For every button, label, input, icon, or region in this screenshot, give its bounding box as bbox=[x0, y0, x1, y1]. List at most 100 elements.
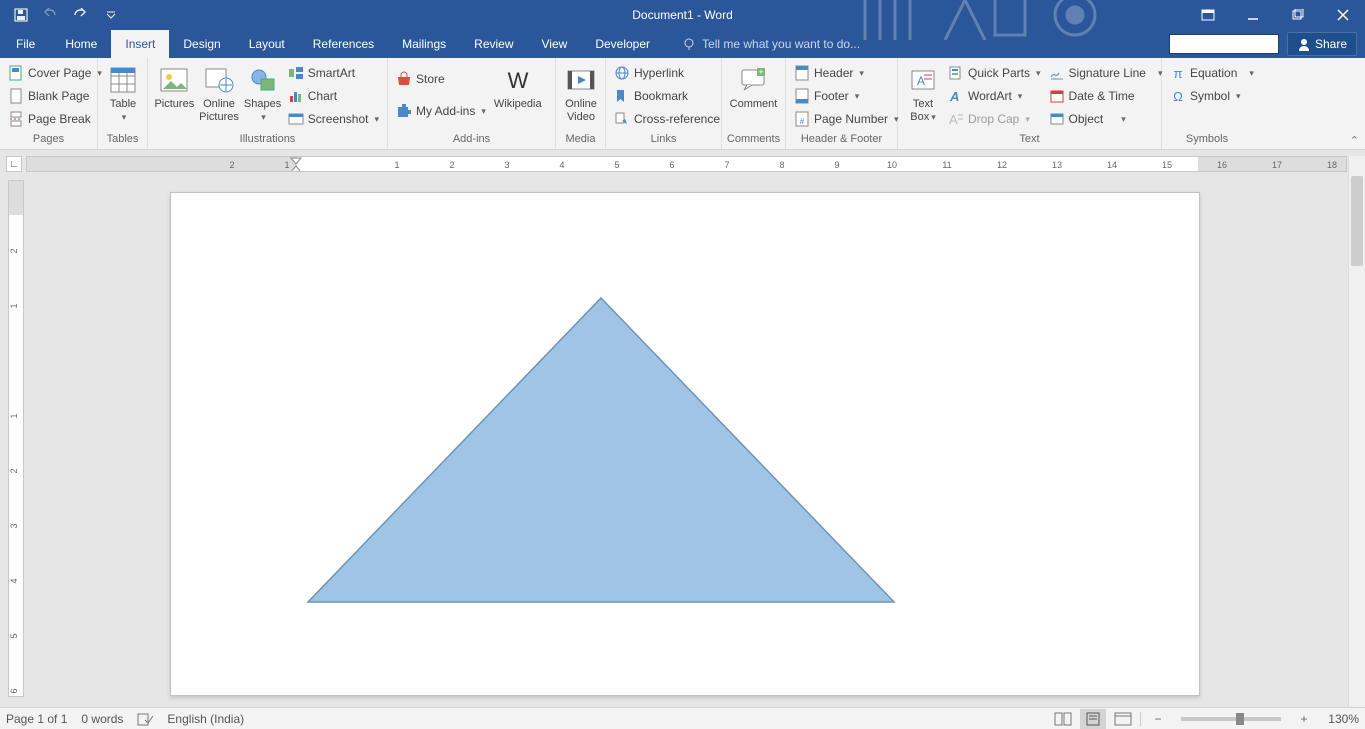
equation-button[interactable]: πEquation▾ bbox=[1166, 62, 1258, 84]
quick-access-toolbar bbox=[0, 3, 124, 27]
tab-view[interactable]: View bbox=[528, 30, 582, 58]
svg-text:2: 2 bbox=[449, 160, 454, 170]
svg-text:16: 16 bbox=[1217, 160, 1227, 170]
group-label: Header & Footer bbox=[786, 133, 897, 149]
svg-text:6: 6 bbox=[9, 688, 19, 693]
document-page[interactable] bbox=[170, 192, 1200, 696]
text-box-button[interactable]: AText Box▾ bbox=[902, 60, 944, 124]
window-controls bbox=[1185, 0, 1365, 30]
header-button[interactable]: Header▾ bbox=[790, 62, 903, 84]
share-button[interactable]: Share bbox=[1287, 32, 1357, 56]
ribbon-display-button[interactable] bbox=[1185, 0, 1230, 30]
page-number-button[interactable]: #Page Number▾ bbox=[790, 108, 903, 130]
tell-me-search[interactable]: Tell me what you want to do... bbox=[664, 30, 860, 58]
redo-button[interactable] bbox=[68, 3, 94, 27]
date-time-button[interactable]: Date & Time bbox=[1045, 85, 1167, 107]
tab-design[interactable]: Design bbox=[169, 30, 234, 58]
tab-developer[interactable]: Developer bbox=[581, 30, 664, 58]
blank-page-button[interactable]: Blank Page bbox=[4, 85, 106, 107]
addins-icon bbox=[396, 103, 412, 119]
collapse-ribbon-button[interactable]: ⌃ bbox=[1350, 134, 1359, 147]
svg-text:2: 2 bbox=[229, 160, 234, 170]
title-search-input[interactable] bbox=[1169, 34, 1279, 54]
maximize-button[interactable] bbox=[1275, 0, 1320, 30]
table-button[interactable]: Table▾ bbox=[102, 60, 144, 124]
tab-insert[interactable]: Insert bbox=[111, 30, 169, 58]
zoom-level[interactable]: 130% bbox=[1321, 712, 1359, 726]
smartart-button[interactable]: SmartArt bbox=[284, 62, 383, 84]
signature-line-button[interactable]: Signature Line▾ bbox=[1045, 62, 1167, 84]
online-pictures-button[interactable]: Online Pictures bbox=[197, 60, 242, 124]
group-symbols: πEquation▾ ΩSymbol▾ Symbols bbox=[1162, 58, 1252, 149]
chevron-down-icon: ▾ bbox=[1121, 114, 1126, 125]
quick-parts-button[interactable]: Quick Parts▾ bbox=[944, 62, 1045, 84]
svg-text:A: A bbox=[917, 74, 925, 88]
qat-customize-button[interactable] bbox=[98, 3, 124, 27]
group-header-footer: Header▾ Footer▾ #Page Number▾ Header & F… bbox=[786, 58, 898, 149]
screenshot-icon bbox=[288, 111, 304, 127]
store-button[interactable]: Store bbox=[392, 68, 490, 90]
svg-text:1: 1 bbox=[9, 303, 19, 308]
close-button[interactable] bbox=[1320, 0, 1365, 30]
page-break-button[interactable]: Page Break bbox=[4, 108, 106, 130]
wikipedia-button[interactable]: WWikipedia bbox=[490, 60, 546, 111]
minimize-button[interactable] bbox=[1230, 0, 1275, 30]
tab-references[interactable]: References bbox=[299, 30, 388, 58]
tab-mailings[interactable]: Mailings bbox=[388, 30, 460, 58]
tab-home[interactable]: Home bbox=[51, 30, 111, 58]
chevron-down-icon: ▾ bbox=[374, 114, 379, 125]
triangle-shape[interactable] bbox=[306, 296, 896, 606]
undo-button[interactable] bbox=[38, 3, 64, 27]
tab-selector[interactable]: ∟ bbox=[6, 156, 22, 172]
zoom-out-button[interactable]: − bbox=[1145, 709, 1171, 729]
read-mode-button[interactable] bbox=[1050, 709, 1076, 729]
proofing-icon[interactable] bbox=[137, 712, 153, 726]
screenshot-button[interactable]: Screenshot▾ bbox=[284, 108, 383, 130]
hyperlink-button[interactable]: Hyperlink bbox=[610, 62, 724, 84]
svg-text:+: + bbox=[758, 67, 763, 77]
zoom-in-button[interactable]: + bbox=[1291, 709, 1317, 729]
shapes-button[interactable]: Shapes▾ bbox=[241, 60, 283, 124]
vertical-ruler[interactable]: 2 1 1 2 3 4 5 6 bbox=[8, 180, 24, 697]
chevron-down-icon: ▾ bbox=[1025, 114, 1030, 125]
online-video-button[interactable]: Online Video bbox=[560, 60, 602, 124]
symbol-button[interactable]: ΩSymbol▾ bbox=[1166, 85, 1258, 107]
cross-reference-button[interactable]: Cross-reference bbox=[610, 108, 724, 130]
tab-layout[interactable]: Layout bbox=[235, 30, 299, 58]
save-button[interactable] bbox=[8, 3, 34, 27]
symbol-icon: Ω bbox=[1170, 88, 1186, 104]
page-number-icon: # bbox=[794, 111, 810, 127]
horizontal-ruler[interactable]: 21 123 456 789 101112 131415 161718 bbox=[26, 156, 1347, 172]
svg-text:11: 11 bbox=[942, 160, 951, 170]
cover-page-button[interactable]: Cover Page▾ bbox=[4, 62, 106, 84]
wordart-button[interactable]: AWordArt▾ bbox=[944, 85, 1045, 107]
pictures-button[interactable]: Pictures bbox=[152, 60, 197, 111]
group-label: Text bbox=[898, 133, 1161, 149]
chevron-down-icon: ▾ bbox=[481, 106, 486, 117]
bookmark-button[interactable]: Bookmark bbox=[610, 85, 724, 107]
svg-text:1: 1 bbox=[9, 413, 19, 418]
web-layout-button[interactable] bbox=[1110, 709, 1136, 729]
print-layout-button[interactable] bbox=[1080, 709, 1106, 729]
indent-marker-icon[interactable] bbox=[289, 156, 303, 172]
chevron-down-icon: ▾ bbox=[931, 112, 936, 122]
svg-text:2: 2 bbox=[9, 248, 19, 253]
footer-button[interactable]: Footer▾ bbox=[790, 85, 903, 107]
tab-review[interactable]: Review bbox=[460, 30, 527, 58]
group-illustrations: Pictures Online Pictures Shapes▾ SmartAr… bbox=[148, 58, 388, 149]
group-tables: Table▾ Tables bbox=[98, 58, 148, 149]
status-page[interactable]: Page 1 of 1 bbox=[6, 712, 67, 726]
vertical-scrollbar[interactable] bbox=[1348, 156, 1365, 707]
object-button[interactable]: Object▾ bbox=[1045, 108, 1167, 130]
comment-button[interactable]: +Comment bbox=[726, 60, 781, 111]
tab-file[interactable]: File bbox=[0, 30, 51, 58]
my-addins-button[interactable]: My Add-ins▾ bbox=[392, 100, 490, 122]
chart-icon bbox=[288, 88, 304, 104]
drop-cap-button[interactable]: ADrop Cap▾ bbox=[944, 108, 1045, 130]
zoom-slider[interactable] bbox=[1181, 717, 1281, 721]
date-time-icon bbox=[1049, 88, 1065, 104]
status-words[interactable]: 0 words bbox=[81, 712, 123, 726]
status-language[interactable]: English (India) bbox=[167, 712, 244, 726]
chart-button[interactable]: Chart bbox=[284, 85, 383, 107]
ribbon: Cover Page▾ Blank Page Page Break Pages … bbox=[0, 58, 1365, 150]
